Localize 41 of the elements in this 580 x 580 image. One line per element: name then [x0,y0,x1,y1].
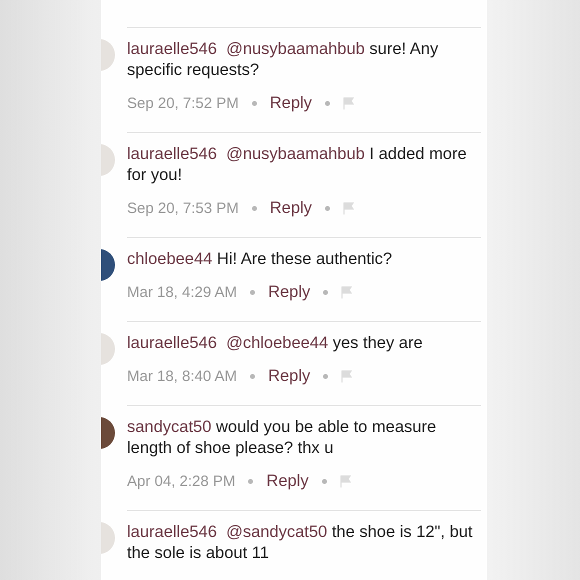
separator-dot-icon [252,206,257,210]
separator-dot-icon [250,374,256,378]
timestamp: Mar 18, 4:29 AM [127,284,238,300]
username-link[interactable]: sandycat50 [127,418,212,436]
comment-text: lauraelle546 @chloebee44 yes they are [127,333,424,354]
reply-link[interactable]: Reply [268,366,310,386]
comment-text: sandycat50 would you be able to measure length of shoe please? thx u [127,417,438,459]
comment-text: lauraelle546 @nusybaamahbub I added more for you! [127,144,468,186]
flag-icon[interactable] [341,286,352,298]
reply-link[interactable]: Reply [270,94,312,112]
flag-icon[interactable] [341,370,352,382]
username-link[interactable]: chloebee44 [127,250,212,268]
reply-link[interactable]: Reply [266,472,309,490]
comment-text: chloebee44 Hi! Are these authentic? [127,249,394,270]
separator-dot-icon [324,100,330,106]
username-link[interactable]: lauraelle546 [127,334,217,352]
comment-text: lauraelle546 @nusybaamahbub sure! Any specific requests? [127,39,440,81]
mention-link[interactable]: @chloebee44 [226,334,328,352]
separator-dot-icon [323,374,328,378]
mention-link[interactable]: @nusybaamahbub [226,40,365,58]
username-link[interactable]: lauraelle546 [127,40,217,58]
flag-icon[interactable] [342,96,354,110]
separator-dot-icon [252,100,257,106]
comment-text: lauraelle546 @sandycat50 the shoe is 12", but the sole is about 11 [127,522,474,564]
separator-dot-icon [324,206,330,210]
mention-link[interactable]: @sandycat50 [226,523,328,541]
flag-icon[interactable] [340,474,351,488]
timestamp: Sep 20, 7:53 PM [127,200,239,216]
reply-link[interactable]: Reply [268,282,310,302]
separator-dot-icon [323,290,328,294]
timestamp: Mar 18, 8:40 AM [127,368,238,384]
separator-dot-icon [322,478,327,484]
separator-dot-icon [248,478,254,484]
timestamp: Sep 20, 7:52 PM [127,94,239,112]
timestamp: Apr 04, 2:28 PM [127,472,236,490]
separator-dot-icon [250,290,256,294]
mention-link[interactable]: @nusybaamahbub [226,145,365,163]
username-link[interactable]: lauraelle546 [127,145,217,163]
flag-icon[interactable] [342,202,354,214]
reply-link[interactable]: Reply [270,198,312,218]
username-link[interactable]: lauraelle546 [127,523,217,541]
